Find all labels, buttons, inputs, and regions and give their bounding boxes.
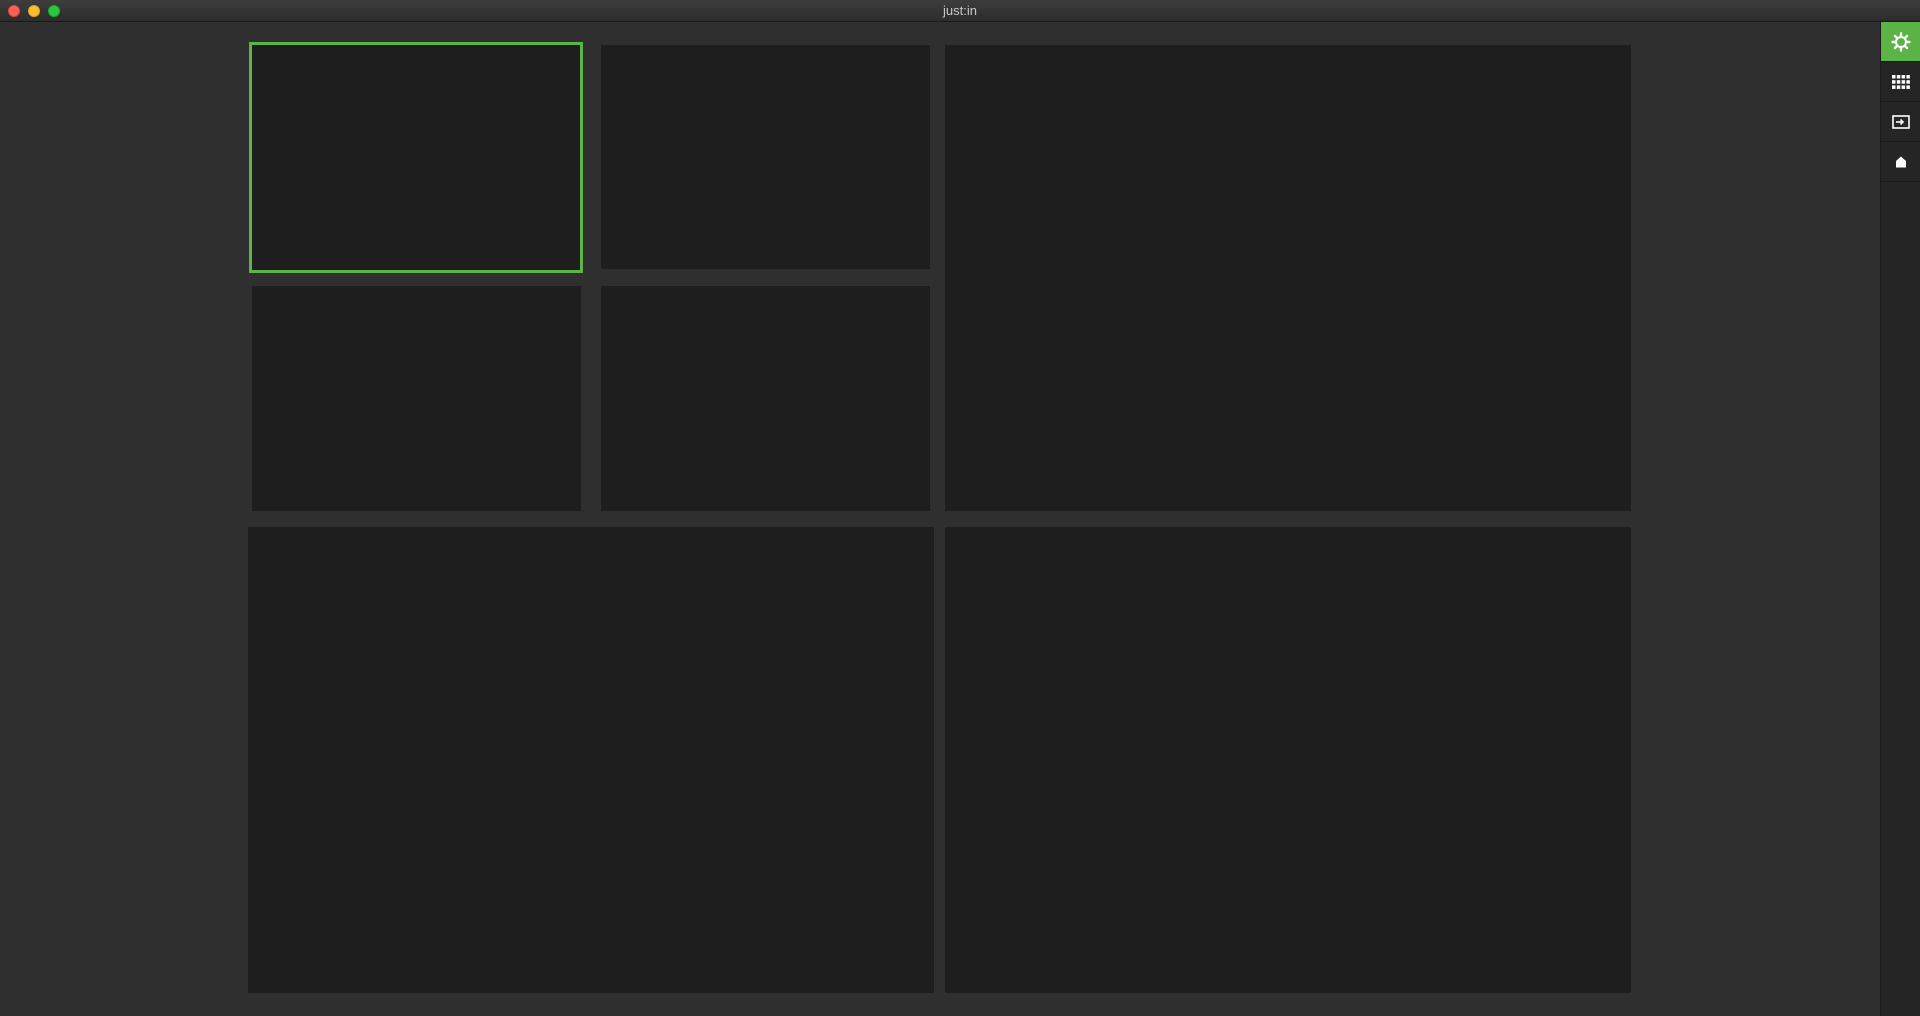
window-title: just:in <box>943 3 977 18</box>
view-tile-6[interactable] <box>248 527 934 993</box>
view-tile-5[interactable] <box>601 286 930 511</box>
house-icon <box>1895 156 1907 168</box>
multiview-grid <box>0 22 1880 1016</box>
gear-icon <box>1891 31 1911 52</box>
input-icon <box>1892 114 1910 129</box>
grid-icon <box>1892 74 1910 89</box>
home-button[interactable] <box>1881 142 1920 182</box>
view-tile-4[interactable] <box>252 286 581 511</box>
view-tile-1[interactable] <box>249 42 583 273</box>
app-window: just:in <box>0 0 1920 1016</box>
right-toolbar <box>1880 22 1920 1016</box>
settings-button[interactable] <box>1881 22 1920 62</box>
view-tile-2[interactable] <box>601 45 930 269</box>
title-bar: just:in <box>0 0 1920 22</box>
view-tile-7[interactable] <box>945 527 1631 993</box>
input-source-button[interactable] <box>1881 102 1920 142</box>
view-tile-3[interactable] <box>945 45 1631 511</box>
layout-grid-button[interactable] <box>1881 62 1920 102</box>
